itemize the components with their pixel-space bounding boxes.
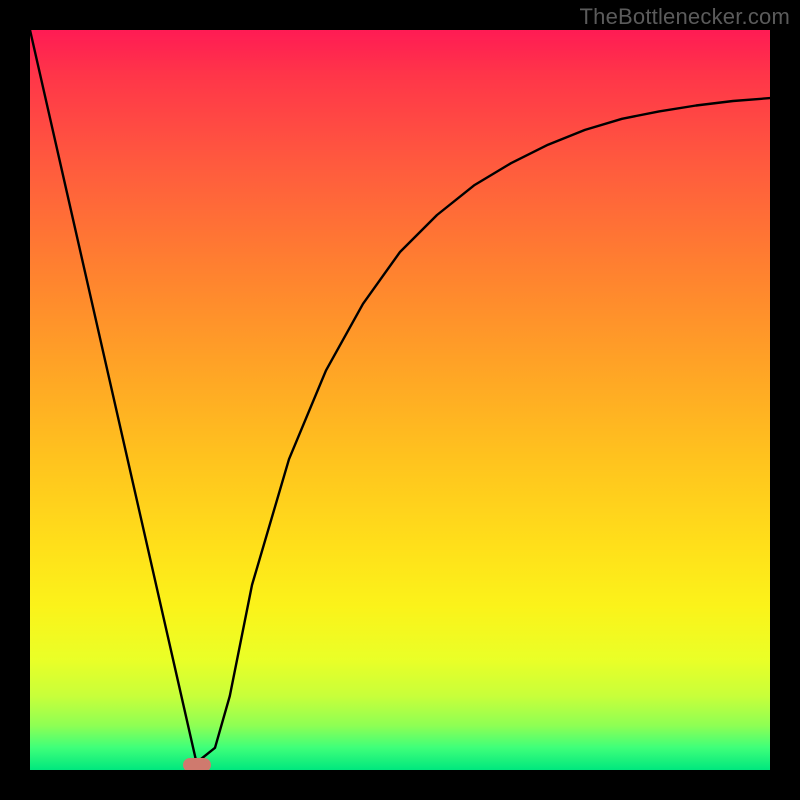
- watermark-text: TheBottlenecker.com: [580, 4, 790, 30]
- chart-frame: TheBottlenecker.com: [0, 0, 800, 800]
- optimal-marker: [183, 758, 211, 770]
- plot-area: [30, 30, 770, 770]
- bottleneck-curve: [30, 30, 770, 770]
